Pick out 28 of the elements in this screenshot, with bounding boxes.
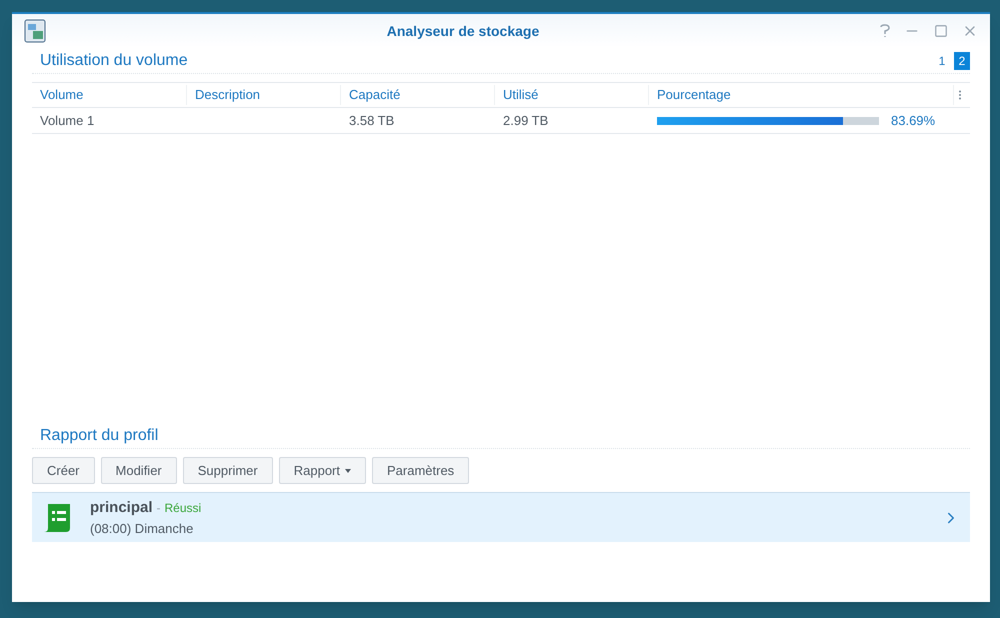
- table-cell-text: Volume 1: [39, 112, 96, 130]
- column-header[interactable]: Capacité: [341, 85, 495, 105]
- maximize-icon[interactable]: [934, 24, 948, 38]
- column-header[interactable]: Pourcentage: [649, 85, 954, 105]
- caret-icon: [344, 468, 351, 472]
- column-header[interactable]: Volume: [32, 85, 187, 105]
- section-title: Utilisation du volume: [39, 50, 188, 70]
- profile-name: principal: [90, 498, 153, 518]
- app-icon: [24, 19, 46, 43]
- column-header[interactable]: Description: [187, 85, 341, 105]
- percentage-text: 83.69%: [891, 112, 936, 130]
- status-text: Réussi: [164, 500, 202, 516]
- page-button[interactable]: 2: [954, 52, 970, 70]
- separator-text: -: [156, 500, 161, 516]
- table-cell-text: 3.58 TB: [348, 112, 396, 130]
- help-icon[interactable]: [880, 24, 890, 38]
- schedule-text: (08:00) Dimanche: [90, 520, 194, 538]
- window-title: Analyseur de stockage: [386, 22, 540, 41]
- table-cell-text: 2.99 TB: [502, 112, 550, 130]
- page-button[interactable]: 1: [934, 52, 950, 70]
- toolbar-button[interactable]: Rapport: [278, 457, 366, 484]
- column-header[interactable]: Utilisé: [495, 85, 649, 105]
- toolbar-button[interactable]: Paramètres: [372, 457, 470, 484]
- profile-row[interactable]: principal - Réussi (08:00) Dimanche: [32, 492, 970, 542]
- section-title: Rapport du profil: [39, 426, 158, 446]
- toolbar-button[interactable]: Créer: [32, 457, 95, 484]
- toolbar-button[interactable]: Supprimer: [182, 457, 273, 484]
- toolbar-button[interactable]: Modifier: [100, 457, 177, 484]
